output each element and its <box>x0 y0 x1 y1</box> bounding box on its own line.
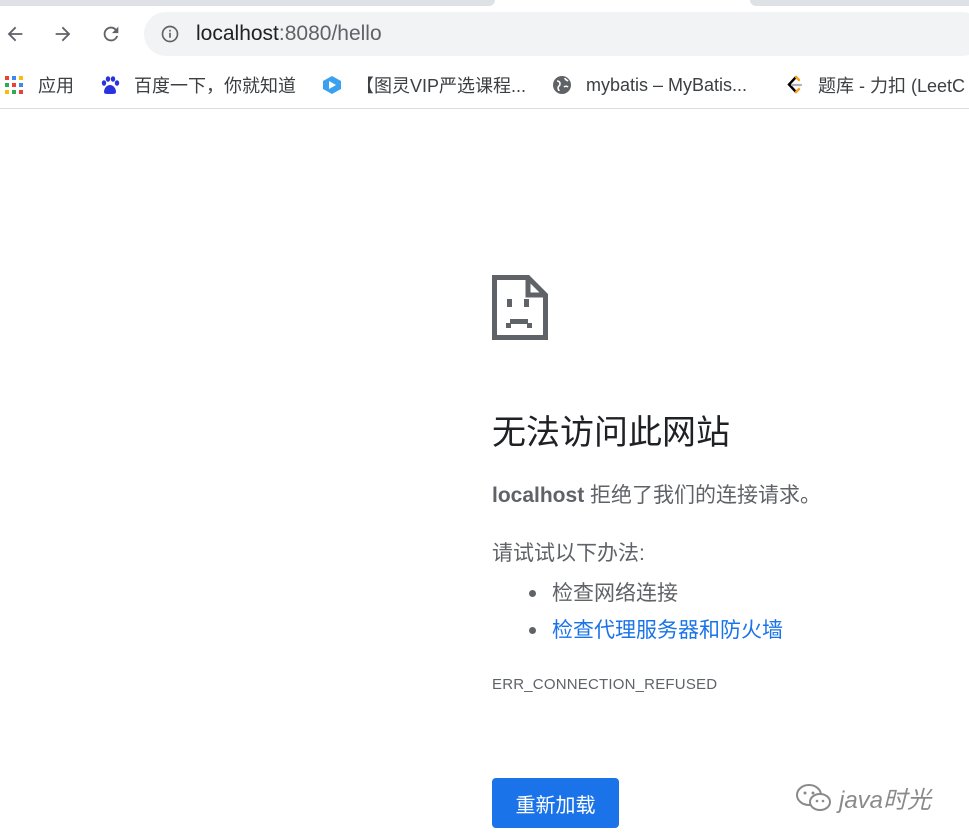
inactive-tab-left[interactable] <box>0 0 495 6</box>
error-title: 无法访问此网站 <box>492 414 730 452</box>
reload-button[interactable]: 重新加载 <box>492 778 619 828</box>
back-arrow-icon <box>7 26 23 42</box>
error-description: localhost 拒绝了我们的连接请求。 <box>492 481 821 511</box>
url-text[interactable]: localhost:8080/hello <box>196 22 382 46</box>
bookmark-mybatis[interactable]: mybatis – MyBatis... <box>552 72 747 98</box>
error-host: localhost <box>492 484 585 507</box>
bookmark-label: 应用 <box>38 76 74 96</box>
leetcode-icon <box>784 75 804 95</box>
suggestion-text: 检查网络连接 <box>552 582 678 605</box>
sad-page-icon <box>492 275 548 340</box>
bookmark-label: 题库 - 力扣 (LeetC <box>818 76 966 96</box>
reload-icon <box>103 26 119 42</box>
bookmark-leetcode[interactable]: 题库 - 力扣 (LeetC <box>784 72 965 98</box>
browser-toolbar: localhost:8080/hello <box>0 8 969 62</box>
error-description-text: 拒绝了我们的连接请求。 <box>584 484 822 507</box>
back-button[interactable] <box>0 19 30 49</box>
bookmark-label: mybatis – MyBatis... <box>586 74 748 95</box>
apps-grid-icon <box>4 75 24 95</box>
baidu-paw-icon <box>100 75 120 95</box>
bookmarks-bar: 应用 百度一下，你就知道 【图灵VIP严选课程... mybatis – MyB… <box>0 62 969 109</box>
tuling-icon <box>322 75 342 95</box>
bookmark-baidu[interactable]: 百度一下，你就知道 <box>100 72 296 98</box>
suggestions-list: 检查网络连接 检查代理服务器和防火墙 <box>492 575 783 649</box>
forward-button[interactable] <box>48 19 78 49</box>
reload-toolbar-button[interactable] <box>96 19 126 49</box>
suggestion-check-proxy: 检查代理服务器和防火墙 <box>492 612 783 649</box>
inactive-tab-right[interactable] <box>750 0 969 6</box>
url-path: :8080/hello <box>278 22 382 45</box>
url-host: localhost <box>196 22 279 45</box>
bookmark-tuling[interactable]: 【图灵VIP严选课程... <box>322 72 526 98</box>
site-info-icon[interactable] <box>160 24 180 44</box>
watermark-text: java时光 <box>839 787 932 814</box>
tab-strip <box>0 0 969 8</box>
suggestion-link[interactable]: 检查代理服务器和防火墙 <box>552 619 783 642</box>
suggestions-heading: 请试试以下办法: <box>492 542 645 565</box>
bookmark-apps[interactable]: 应用 <box>4 72 74 98</box>
watermark: java时光 <box>795 780 931 815</box>
forward-arrow-icon <box>55 26 71 42</box>
globe-icon <box>552 75 572 95</box>
bookmark-label: 【图灵VIP严选课程... <box>356 76 527 96</box>
bookmark-label: 百度一下，你就知道 <box>134 76 296 96</box>
error-code: ERR_CONNECTION_REFUSED <box>492 676 718 693</box>
address-bar[interactable]: localhost:8080/hello <box>144 12 969 56</box>
wechat-icon <box>796 783 831 811</box>
suggestion-check-network: 检查网络连接 <box>492 575 783 612</box>
